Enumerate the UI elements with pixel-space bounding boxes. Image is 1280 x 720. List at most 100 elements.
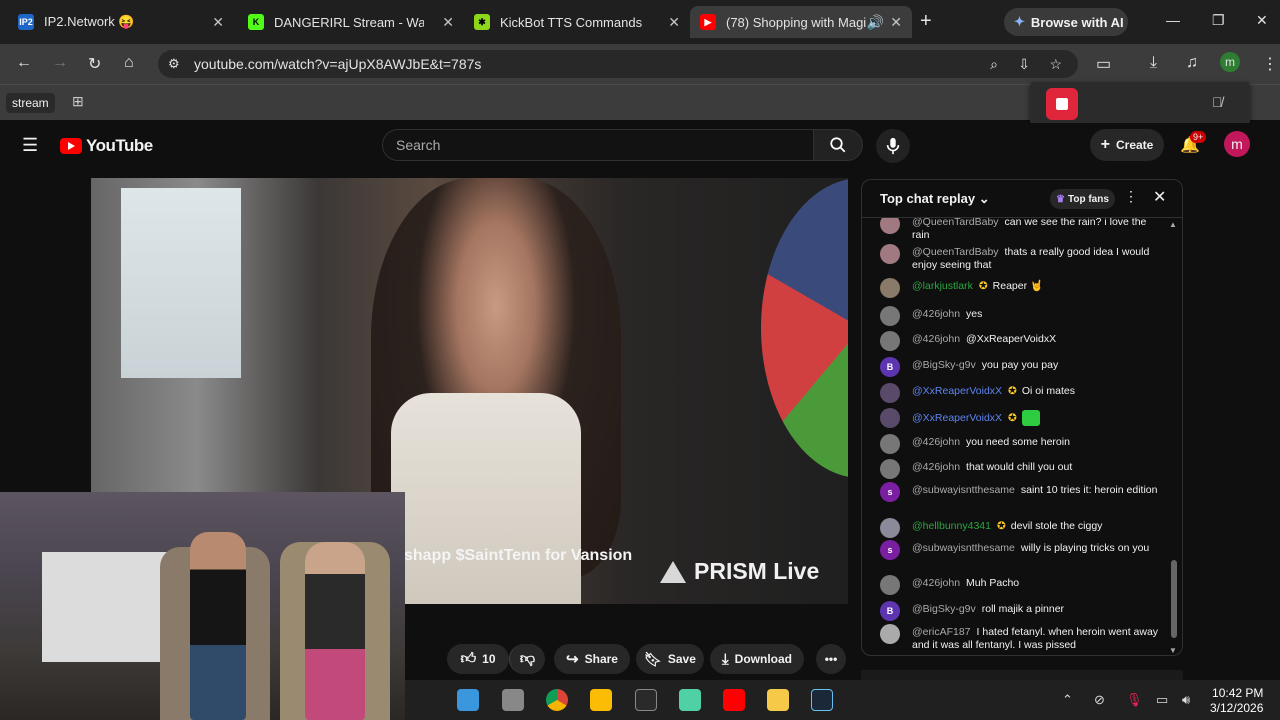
bookmark-star-icon[interactable]: ☆ (1049, 56, 1062, 73)
reload-icon[interactable]: ↻ (88, 54, 101, 74)
chat-avatar[interactable]: B (880, 357, 900, 377)
forward-arrow-icon[interactable]: → (52, 54, 68, 72)
chat-avatar[interactable]: B (880, 601, 900, 621)
youtube-app-icon[interactable] (723, 689, 745, 711)
chat-avatar[interactable] (880, 244, 900, 264)
chat-username[interactable]: @426john (912, 308, 960, 320)
chat-avatar[interactable] (880, 624, 900, 644)
chat-username[interactable]: @BigSky-g9v (912, 603, 976, 615)
chat-avatar[interactable] (880, 331, 900, 351)
chat-avatar[interactable] (880, 278, 900, 298)
chat-avatar[interactable] (880, 518, 900, 538)
close-icon[interactable]: ✕ (442, 14, 454, 31)
search-input[interactable]: Search (382, 129, 814, 161)
account-avatar[interactable]: m (1224, 131, 1250, 157)
hamburger-menu-icon[interactable]: ☰ (22, 135, 38, 156)
zoom-icon[interactable]: ⌕ (990, 56, 998, 73)
scroll-down-icon[interactable]: ▼ (1169, 646, 1177, 655)
reading-mode-icon[interactable]: ▭ (1096, 54, 1111, 74)
epic-games-icon[interactable] (635, 689, 657, 711)
file-explorer-icon[interactable] (767, 689, 789, 711)
close-icon[interactable]: ✕ (1153, 187, 1166, 207)
chat-avatar[interactable] (880, 306, 900, 326)
dislike-button[interactable]: 👎︎ (509, 644, 545, 674)
back-arrow-icon[interactable]: ← (16, 54, 32, 72)
chat-avatar[interactable]: s (880, 540, 900, 560)
apps-grid-icon[interactable]: ⊞ (72, 93, 84, 110)
bookmark-stream[interactable]: stream (6, 93, 55, 113)
windows-start-icon[interactable] (457, 689, 479, 711)
tab-youtube-active[interactable]: ▶ (78) Shopping with Magi 🔊 ✕ (690, 6, 912, 38)
chat-username[interactable]: @ericAF187 (912, 626, 971, 638)
download-button[interactable]: ⤓ Download (710, 644, 804, 674)
taskbar-clock[interactable]: 10:42 PM 3/12/2026 (1210, 686, 1263, 716)
home-icon[interactable]: ⌂ (124, 54, 134, 72)
voice-search-button[interactable] (876, 129, 910, 163)
chat-username[interactable]: @subwayisntthesame (912, 484, 1015, 496)
share-button[interactable]: ↪ Share (554, 644, 630, 674)
chat-avatar[interactable] (880, 434, 900, 454)
close-icon[interactable]: ✕ (890, 14, 902, 31)
top-fans-button[interactable]: ♛ Top fans (1050, 189, 1115, 209)
chat-username[interactable]: @426john (912, 577, 960, 589)
chat-username[interactable]: @BigSky-g9v (912, 359, 976, 371)
chat-mode-dropdown[interactable]: Top chat replay ⌄ (880, 191, 990, 207)
site-info-icon[interactable]: ⚙ (168, 56, 180, 72)
tab-ip2-network[interactable]: IP2 IP2.Network 😝 ✕ (8, 6, 234, 38)
stop-recording-button[interactable] (1046, 88, 1078, 120)
chrome-icon[interactable] (546, 689, 568, 711)
tab-dangerirl[interactable]: K DANGERIRL Stream - Watch ✕ (238, 6, 464, 38)
tray-app-icon[interactable]: ⊘ (1094, 692, 1105, 708)
chat-username[interactable]: @hellbunny4341 (912, 520, 991, 532)
profile-avatar[interactable]: m (1220, 52, 1240, 72)
address-bar[interactable]: ⚙ youtube.com/watch?v=ajUpX8AWJbE&t=787s… (158, 50, 1078, 78)
search-button[interactable] (813, 129, 863, 161)
tray-chevron-icon[interactable]: ⌃ (1062, 692, 1073, 708)
chat-avatar[interactable] (880, 459, 900, 479)
rockstar-icon[interactable] (590, 689, 612, 711)
more-actions-button[interactable]: ••• (816, 644, 846, 674)
mic-off-icon[interactable]: 🎙̸ (1212, 94, 1223, 110)
like-button[interactable]: 👍︎ 10 (447, 644, 509, 674)
chat-username[interactable]: @426john (912, 436, 960, 448)
install-app-icon[interactable]: ⇩ (1018, 56, 1030, 73)
chat-avatar[interactable] (880, 383, 900, 403)
scroll-up-icon[interactable]: ▲ (1169, 220, 1177, 229)
close-icon[interactable]: ✕ (212, 14, 224, 31)
chat-more-menu-icon[interactable]: ⋮ (1124, 188, 1138, 205)
chat-avatar[interactable] (880, 408, 900, 428)
chat-scrollbar-thumb[interactable] (1171, 560, 1177, 638)
steam-icon[interactable] (811, 689, 833, 711)
minimize-window-button[interactable]: — (1166, 12, 1180, 28)
chat-username[interactable]: @larkjustlark (912, 280, 973, 292)
speaker-icon[interactable]: 🔊 (867, 14, 884, 31)
create-button[interactable]: + Create (1090, 129, 1164, 161)
chat-username[interactable]: @426john (912, 333, 960, 345)
chat-username[interactable]: @426john (912, 461, 960, 473)
network-icon[interactable]: ▭ (1156, 692, 1168, 708)
chat-username[interactable]: @XxReaperVoidxX (912, 412, 1002, 424)
chat-avatar[interactable] (880, 218, 900, 234)
volume-icon[interactable]: 🔊︎ (1182, 692, 1190, 708)
maximize-window-button[interactable]: ❐ (1212, 12, 1225, 29)
save-button[interactable]: 🔖︎ Save (636, 644, 704, 674)
media-control-icon[interactable]: ♫ (1186, 54, 1198, 72)
task-view-icon[interactable] (502, 689, 524, 711)
new-tab-button[interactable]: + (920, 10, 932, 33)
chat-avatar[interactable]: s (880, 482, 900, 502)
recommended-video-strip[interactable] (861, 670, 1183, 680)
close-icon[interactable]: ✕ (668, 14, 680, 31)
download-icon[interactable]: ⤓ (1150, 54, 1157, 72)
chat-username[interactable]: @subwayisntthesame (912, 542, 1015, 554)
tab-kickbot[interactable]: ✱ KickBot TTS Commands ✕ (464, 6, 690, 38)
browse-with-ai-button[interactable]: ✦ Browse with AI (1004, 8, 1128, 36)
youtube-logo[interactable]: YouTube (60, 136, 153, 156)
chat-avatar[interactable] (880, 575, 900, 595)
chat-username[interactable]: @QueenTardBaby (912, 246, 999, 258)
app-icon[interactable] (679, 689, 701, 711)
tray-microphone-icon[interactable]: 🎙︎ (1126, 692, 1143, 708)
more-menu-icon[interactable]: ⋮ (1262, 54, 1278, 74)
chat-username[interactable]: @XxReaperVoidxX (912, 385, 1002, 397)
close-window-button[interactable]: ✕ (1256, 12, 1268, 29)
chat-username[interactable]: @QueenTardBaby (912, 218, 999, 228)
